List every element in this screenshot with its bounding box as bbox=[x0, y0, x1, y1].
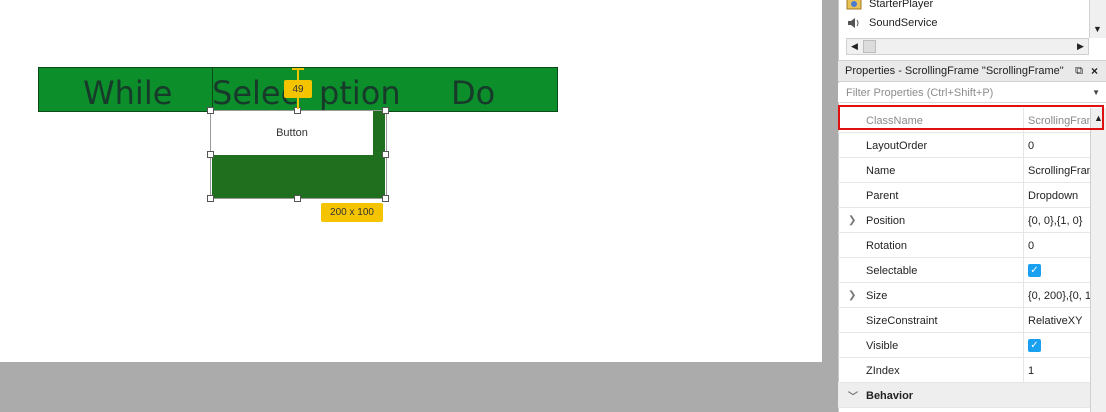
property-row-name[interactable]: Name ScrollingFrame bbox=[838, 158, 1090, 183]
property-name: Visible bbox=[866, 339, 899, 352]
speaker-icon bbox=[846, 16, 862, 30]
explorer-item-label: SoundService bbox=[869, 17, 938, 29]
explorer-vertical-scrollbar[interactable]: ▼ bbox=[1089, 0, 1106, 38]
property-row-selectable[interactable]: Selectable ✓ bbox=[838, 258, 1090, 283]
property-value[interactable]: 0 bbox=[1023, 133, 1090, 158]
selection-outline bbox=[210, 110, 387, 199]
property-value[interactable]: ✓ bbox=[1023, 258, 1090, 283]
property-name: Position bbox=[866, 214, 906, 227]
property-value[interactable]: ✓ bbox=[1023, 333, 1090, 358]
resize-handle-bl[interactable] bbox=[207, 195, 214, 202]
property-value[interactable]: {0, 0},{1, 0} bbox=[1023, 208, 1090, 233]
property-row-sizeconstraint[interactable]: SizeConstraint RelativeXY bbox=[838, 308, 1090, 333]
viewport-bottom-area bbox=[0, 362, 838, 412]
property-value[interactable]: RelativeXY bbox=[1023, 308, 1090, 333]
property-row-position[interactable]: ❯ Position {0, 0},{1, 0} bbox=[838, 208, 1090, 233]
property-value[interactable]: Dropdown bbox=[1023, 183, 1090, 208]
properties-header: Properties - ScrollingFrame "ScrollingFr… bbox=[838, 60, 1106, 82]
chevron-down-icon[interactable]: ▼ bbox=[1092, 88, 1100, 97]
close-icon[interactable]: × bbox=[1091, 64, 1098, 78]
property-row-visible[interactable]: Visible ✓ bbox=[838, 333, 1090, 358]
property-name: SizeConstraint bbox=[866, 314, 938, 327]
resize-handle-b[interactable] bbox=[294, 195, 301, 202]
filter-properties-input[interactable]: Filter Properties (Ctrl+Shift+P) ▼ bbox=[838, 83, 1106, 103]
game-viewport[interactable] bbox=[0, 0, 822, 362]
properties-scrollbar[interactable]: ▲ bbox=[1090, 108, 1106, 412]
property-value[interactable]: 0 bbox=[1023, 233, 1090, 258]
resize-handle-tr[interactable] bbox=[382, 107, 389, 114]
highlight-box bbox=[838, 105, 1104, 130]
chevron-right-icon[interactable]: ❯ bbox=[848, 283, 856, 308]
pin-icon[interactable]: ⧉ bbox=[1075, 65, 1083, 78]
checkbox-checked-icon[interactable]: ✓ bbox=[1028, 339, 1041, 352]
measure-size-tag: 200 x 100 bbox=[321, 203, 383, 222]
property-row-size[interactable]: ❯ Size {0, 200},{0, 100} bbox=[838, 283, 1090, 308]
checkbox-checked-icon[interactable]: ✓ bbox=[1028, 264, 1041, 277]
section-label: Behavior bbox=[866, 389, 914, 402]
property-row-zindex[interactable]: ZIndex 1 bbox=[838, 358, 1090, 383]
properties-title: Properties - ScrollingFrame "ScrollingFr… bbox=[845, 65, 1064, 77]
scroll-down-icon[interactable]: ▼ bbox=[1090, 21, 1105, 36]
starter-player-icon bbox=[846, 0, 862, 11]
property-value[interactable]: 1 bbox=[1023, 358, 1090, 383]
chevron-down-icon[interactable]: ﹀ bbox=[848, 383, 858, 408]
chevron-right-icon[interactable]: ❯ bbox=[848, 208, 856, 233]
scroll-left-icon[interactable]: ◀ bbox=[847, 39, 862, 54]
resize-handle-l[interactable] bbox=[207, 151, 214, 158]
property-value[interactable]: ScrollingFrame bbox=[1023, 158, 1090, 183]
viewport-edge bbox=[822, 0, 838, 412]
property-name: Rotation bbox=[866, 239, 907, 252]
property-name: ZIndex bbox=[866, 364, 900, 377]
property-name: Parent bbox=[866, 189, 899, 202]
resize-handle-r[interactable] bbox=[382, 151, 389, 158]
property-name: Selectable bbox=[866, 264, 918, 277]
resize-handle-br[interactable] bbox=[382, 195, 389, 202]
measure-offset-tag: 49 bbox=[284, 80, 312, 98]
property-name: LayoutOrder bbox=[866, 139, 928, 152]
property-row-layoutorder[interactable]: LayoutOrder 0 bbox=[838, 133, 1090, 158]
scroll-thumb[interactable] bbox=[863, 40, 876, 53]
property-row-parent[interactable]: Parent Dropdown bbox=[838, 183, 1090, 208]
bar-label-do: Do bbox=[451, 74, 496, 112]
scroll-right-icon[interactable]: ▶ bbox=[1073, 39, 1088, 54]
property-name: Name bbox=[866, 164, 896, 177]
property-row-rotation[interactable]: Rotation 0 bbox=[838, 233, 1090, 258]
property-value[interactable]: {0, 200},{0, 100} bbox=[1023, 283, 1090, 308]
property-section-behavior[interactable]: ﹀ Behavior bbox=[838, 383, 1090, 408]
explorer-horizontal-scrollbar[interactable]: ◀ ▶ bbox=[846, 38, 1089, 55]
resize-handle-tl[interactable] bbox=[207, 107, 214, 114]
bar-label-while: While bbox=[83, 74, 173, 112]
properties-table: ClassName ScrollingFrame LayoutOrder 0 N… bbox=[838, 108, 1090, 412]
explorer-item-starterplayer[interactable]: StarterPlayer bbox=[846, 0, 933, 14]
property-name: Size bbox=[866, 289, 888, 302]
filter-placeholder: Filter Properties (Ctrl+Shift+P) bbox=[846, 86, 994, 99]
explorer-item-label: StarterPlayer bbox=[869, 0, 934, 10]
explorer-item-soundservice[interactable]: SoundService bbox=[846, 13, 938, 33]
